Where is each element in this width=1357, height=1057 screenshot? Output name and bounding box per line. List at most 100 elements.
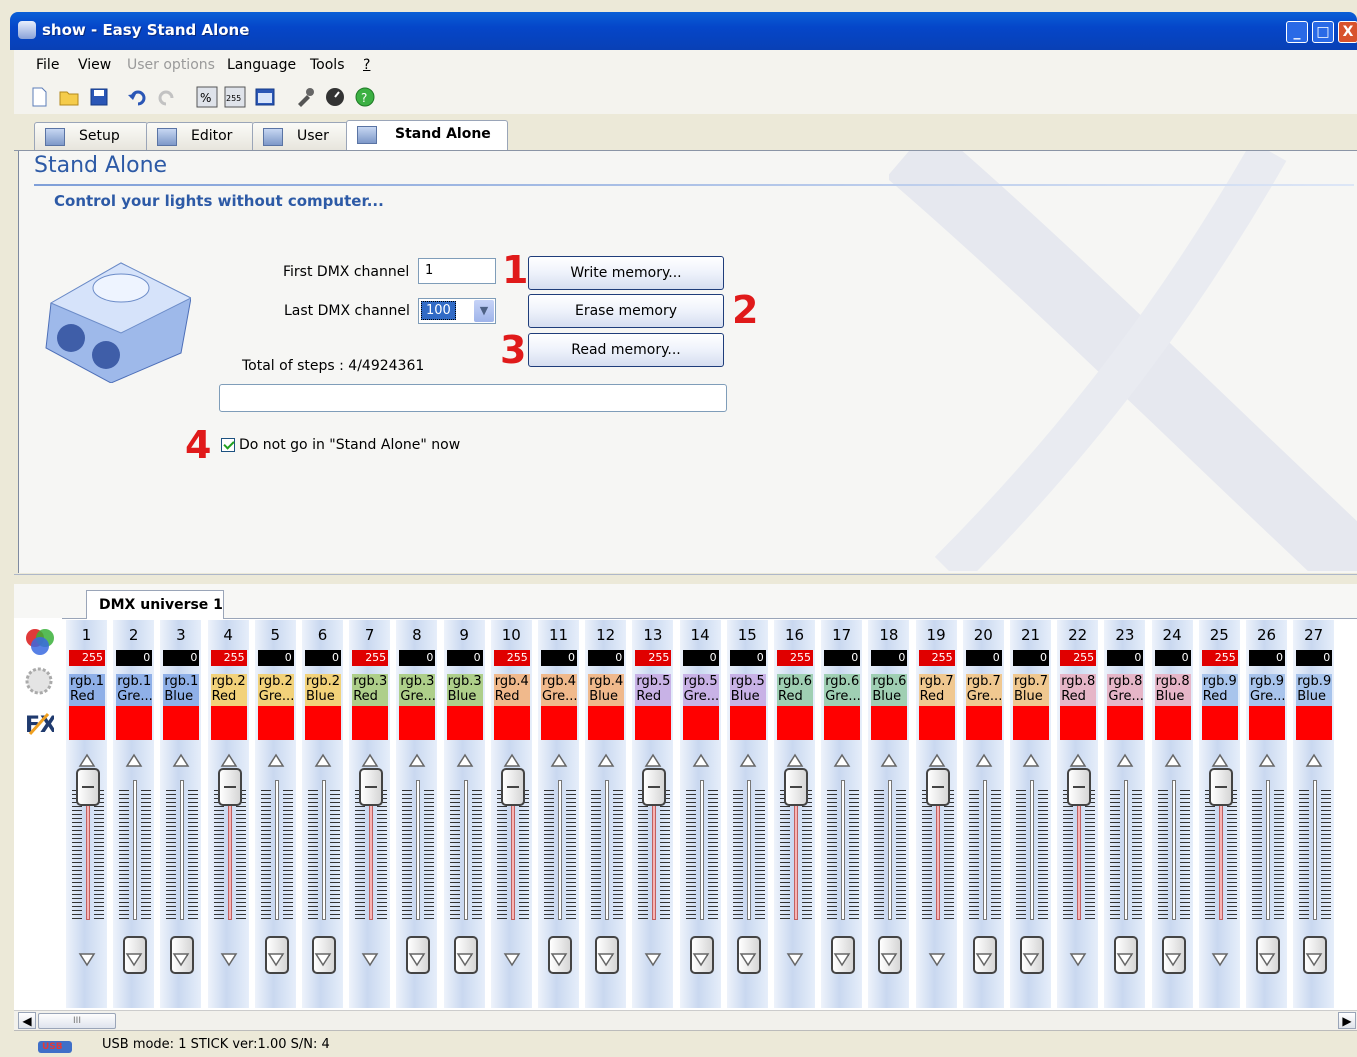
write-memory-button[interactable]: Write memory...: [528, 256, 724, 290]
chevron-up-icon[interactable]: [1022, 752, 1040, 770]
chevron-down-icon[interactable]: [928, 950, 946, 968]
fader-knob[interactable]: [642, 768, 667, 806]
chevron-up-icon[interactable]: [267, 752, 285, 770]
chevron-up-icon[interactable]: [1116, 752, 1134, 770]
channel-value[interactable]: 255: [1060, 650, 1097, 666]
tab-dmx-universe-1[interactable]: DMX universe 1: [86, 590, 224, 619]
percent-icon[interactable]: %: [196, 86, 218, 108]
channel-value[interactable]: 255: [210, 650, 247, 666]
chevron-up-icon[interactable]: [833, 752, 851, 770]
fader-knob[interactable]: [76, 768, 100, 806]
channel-value[interactable]: 0: [1154, 650, 1191, 666]
chevron-down-icon[interactable]: [78, 950, 96, 968]
last-dmx-channel-select[interactable]: 100 ▼: [418, 298, 496, 324]
fader-track[interactable]: [699, 780, 704, 920]
chevron-up-icon[interactable]: [1164, 752, 1182, 770]
gobo-wheel-icon[interactable]: [24, 666, 54, 696]
chevron-down-icon[interactable]: [1305, 950, 1323, 968]
chevron-up-icon[interactable]: [739, 752, 757, 770]
speed-icon[interactable]: [324, 86, 346, 108]
fader-track[interactable]: [1124, 780, 1129, 920]
chevron-down-icon[interactable]: [125, 950, 143, 968]
chevron-down-icon[interactable]: [1116, 950, 1134, 968]
chevron-up-icon[interactable]: [975, 752, 993, 770]
chevron-up-icon[interactable]: [880, 752, 898, 770]
chevron-up-icon[interactable]: [408, 752, 426, 770]
tab-user[interactable]: User: [252, 122, 348, 150]
channel-value[interactable]: 255: [635, 650, 672, 666]
menu-tools[interactable]: Tools: [310, 57, 345, 73]
tab-stand-alone[interactable]: Stand Alone: [346, 120, 508, 150]
fader-track[interactable]: [180, 780, 185, 920]
menu-file[interactable]: File: [36, 57, 59, 73]
channel-value[interactable]: 0: [1107, 650, 1144, 666]
chevron-down-icon[interactable]: [739, 950, 757, 968]
chevron-down-icon[interactable]: [1211, 950, 1229, 968]
chevron-down-icon[interactable]: [172, 950, 190, 968]
erase-memory-button[interactable]: Erase memory: [528, 294, 724, 328]
channel-value[interactable]: 0: [446, 650, 483, 666]
scroll-right-button[interactable]: ▶: [1338, 1012, 1356, 1029]
scroll-thumb[interactable]: III: [38, 1013, 116, 1029]
chevron-up-icon[interactable]: [314, 752, 332, 770]
chevron-up-icon[interactable]: [1258, 752, 1276, 770]
chevron-down-icon[interactable]: [644, 950, 662, 968]
window-icon[interactable]: [254, 86, 276, 108]
close-button[interactable]: X: [1338, 21, 1357, 43]
fx-effects-icon[interactable]: FX: [24, 708, 54, 738]
chevron-down-icon[interactable]: [408, 950, 426, 968]
channel-value[interactable]: 0: [729, 650, 766, 666]
chevron-down-icon[interactable]: [1022, 950, 1040, 968]
chevron-up-icon[interactable]: [550, 752, 568, 770]
fader-knob[interactable]: [1067, 768, 1092, 806]
chevron-down-icon[interactable]: [456, 950, 474, 968]
undo-icon[interactable]: [126, 86, 148, 108]
channel-value[interactable]: 255: [777, 650, 813, 666]
chevron-up-icon[interactable]: [597, 752, 615, 770]
channel-value[interactable]: 255: [352, 650, 389, 666]
fader-knob[interactable]: [500, 768, 525, 806]
fader-track[interactable]: [1266, 780, 1270, 920]
channel-value[interactable]: 0: [588, 650, 625, 666]
fader-track[interactable]: [746, 780, 751, 920]
chevron-down-icon[interactable]: [1164, 950, 1182, 968]
fader-track[interactable]: [558, 780, 562, 920]
chevron-down-icon[interactable]: [833, 950, 851, 968]
fader-track[interactable]: [416, 780, 421, 920]
menu-view[interactable]: View: [78, 57, 111, 73]
open-folder-icon[interactable]: [58, 86, 80, 108]
fader-knob[interactable]: [217, 768, 242, 806]
scroll-left-button[interactable]: ◀: [18, 1012, 36, 1029]
minimize-button[interactable]: _: [1286, 21, 1308, 43]
fader-track[interactable]: [1313, 780, 1318, 920]
read-memory-button[interactable]: Read memory...: [528, 333, 724, 367]
menu-user-options[interactable]: User options: [127, 57, 215, 73]
fader-track[interactable]: [841, 780, 846, 920]
channel-value[interactable]: 0: [965, 650, 1002, 666]
channel-value[interactable]: 0: [399, 650, 436, 666]
new-file-icon[interactable]: [28, 86, 50, 108]
color-palette-icon[interactable]: [24, 626, 56, 656]
channel-value[interactable]: 0: [163, 650, 200, 666]
fader-track[interactable]: [605, 780, 610, 920]
channel-value[interactable]: 255: [493, 650, 530, 666]
fader-track[interactable]: [1171, 780, 1176, 920]
save-icon[interactable]: [88, 86, 110, 108]
chevron-up-icon[interactable]: [172, 752, 190, 770]
chevron-down-icon[interactable]: ▼: [474, 300, 494, 322]
channel-value[interactable]: 0: [1249, 650, 1285, 666]
chevron-down-icon[interactable]: [597, 950, 615, 968]
help-icon[interactable]: ?: [354, 86, 376, 108]
chevron-down-icon[interactable]: [1069, 950, 1087, 968]
menu-language[interactable]: Language: [227, 57, 296, 73]
channel-value[interactable]: 255: [918, 650, 955, 666]
tab-setup[interactable]: Setup: [34, 122, 148, 150]
fader-track[interactable]: [982, 780, 987, 920]
channel-value[interactable]: 0: [1296, 650, 1333, 666]
chevron-down-icon[interactable]: [975, 950, 993, 968]
chevron-down-icon[interactable]: [550, 950, 568, 968]
redo-icon[interactable]: [156, 86, 178, 108]
channel-value[interactable]: 0: [824, 650, 861, 666]
chevron-down-icon[interactable]: [314, 950, 332, 968]
channel-value[interactable]: 255: [69, 650, 105, 666]
